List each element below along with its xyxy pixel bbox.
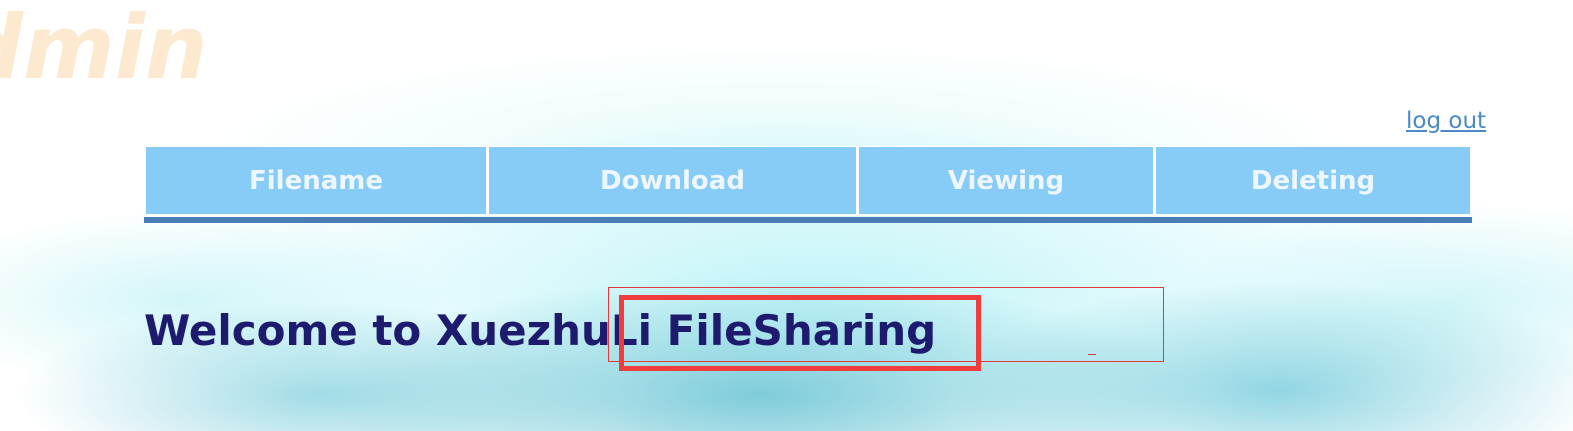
header-divider [144, 217, 1472, 223]
logout-link[interactable]: log out [1406, 108, 1486, 134]
file-table-header: Filename Download Viewing Deleting [144, 146, 1472, 216]
column-header-deleting: Deleting [1156, 147, 1470, 214]
cursor-mark [1088, 354, 1096, 355]
column-header-filename: Filename [146, 147, 486, 214]
highlight-box [619, 295, 981, 371]
admin-watermark-logo: dmin [0, 0, 208, 99]
column-header-download: Download [489, 147, 856, 214]
column-header-viewing: Viewing [859, 147, 1153, 214]
